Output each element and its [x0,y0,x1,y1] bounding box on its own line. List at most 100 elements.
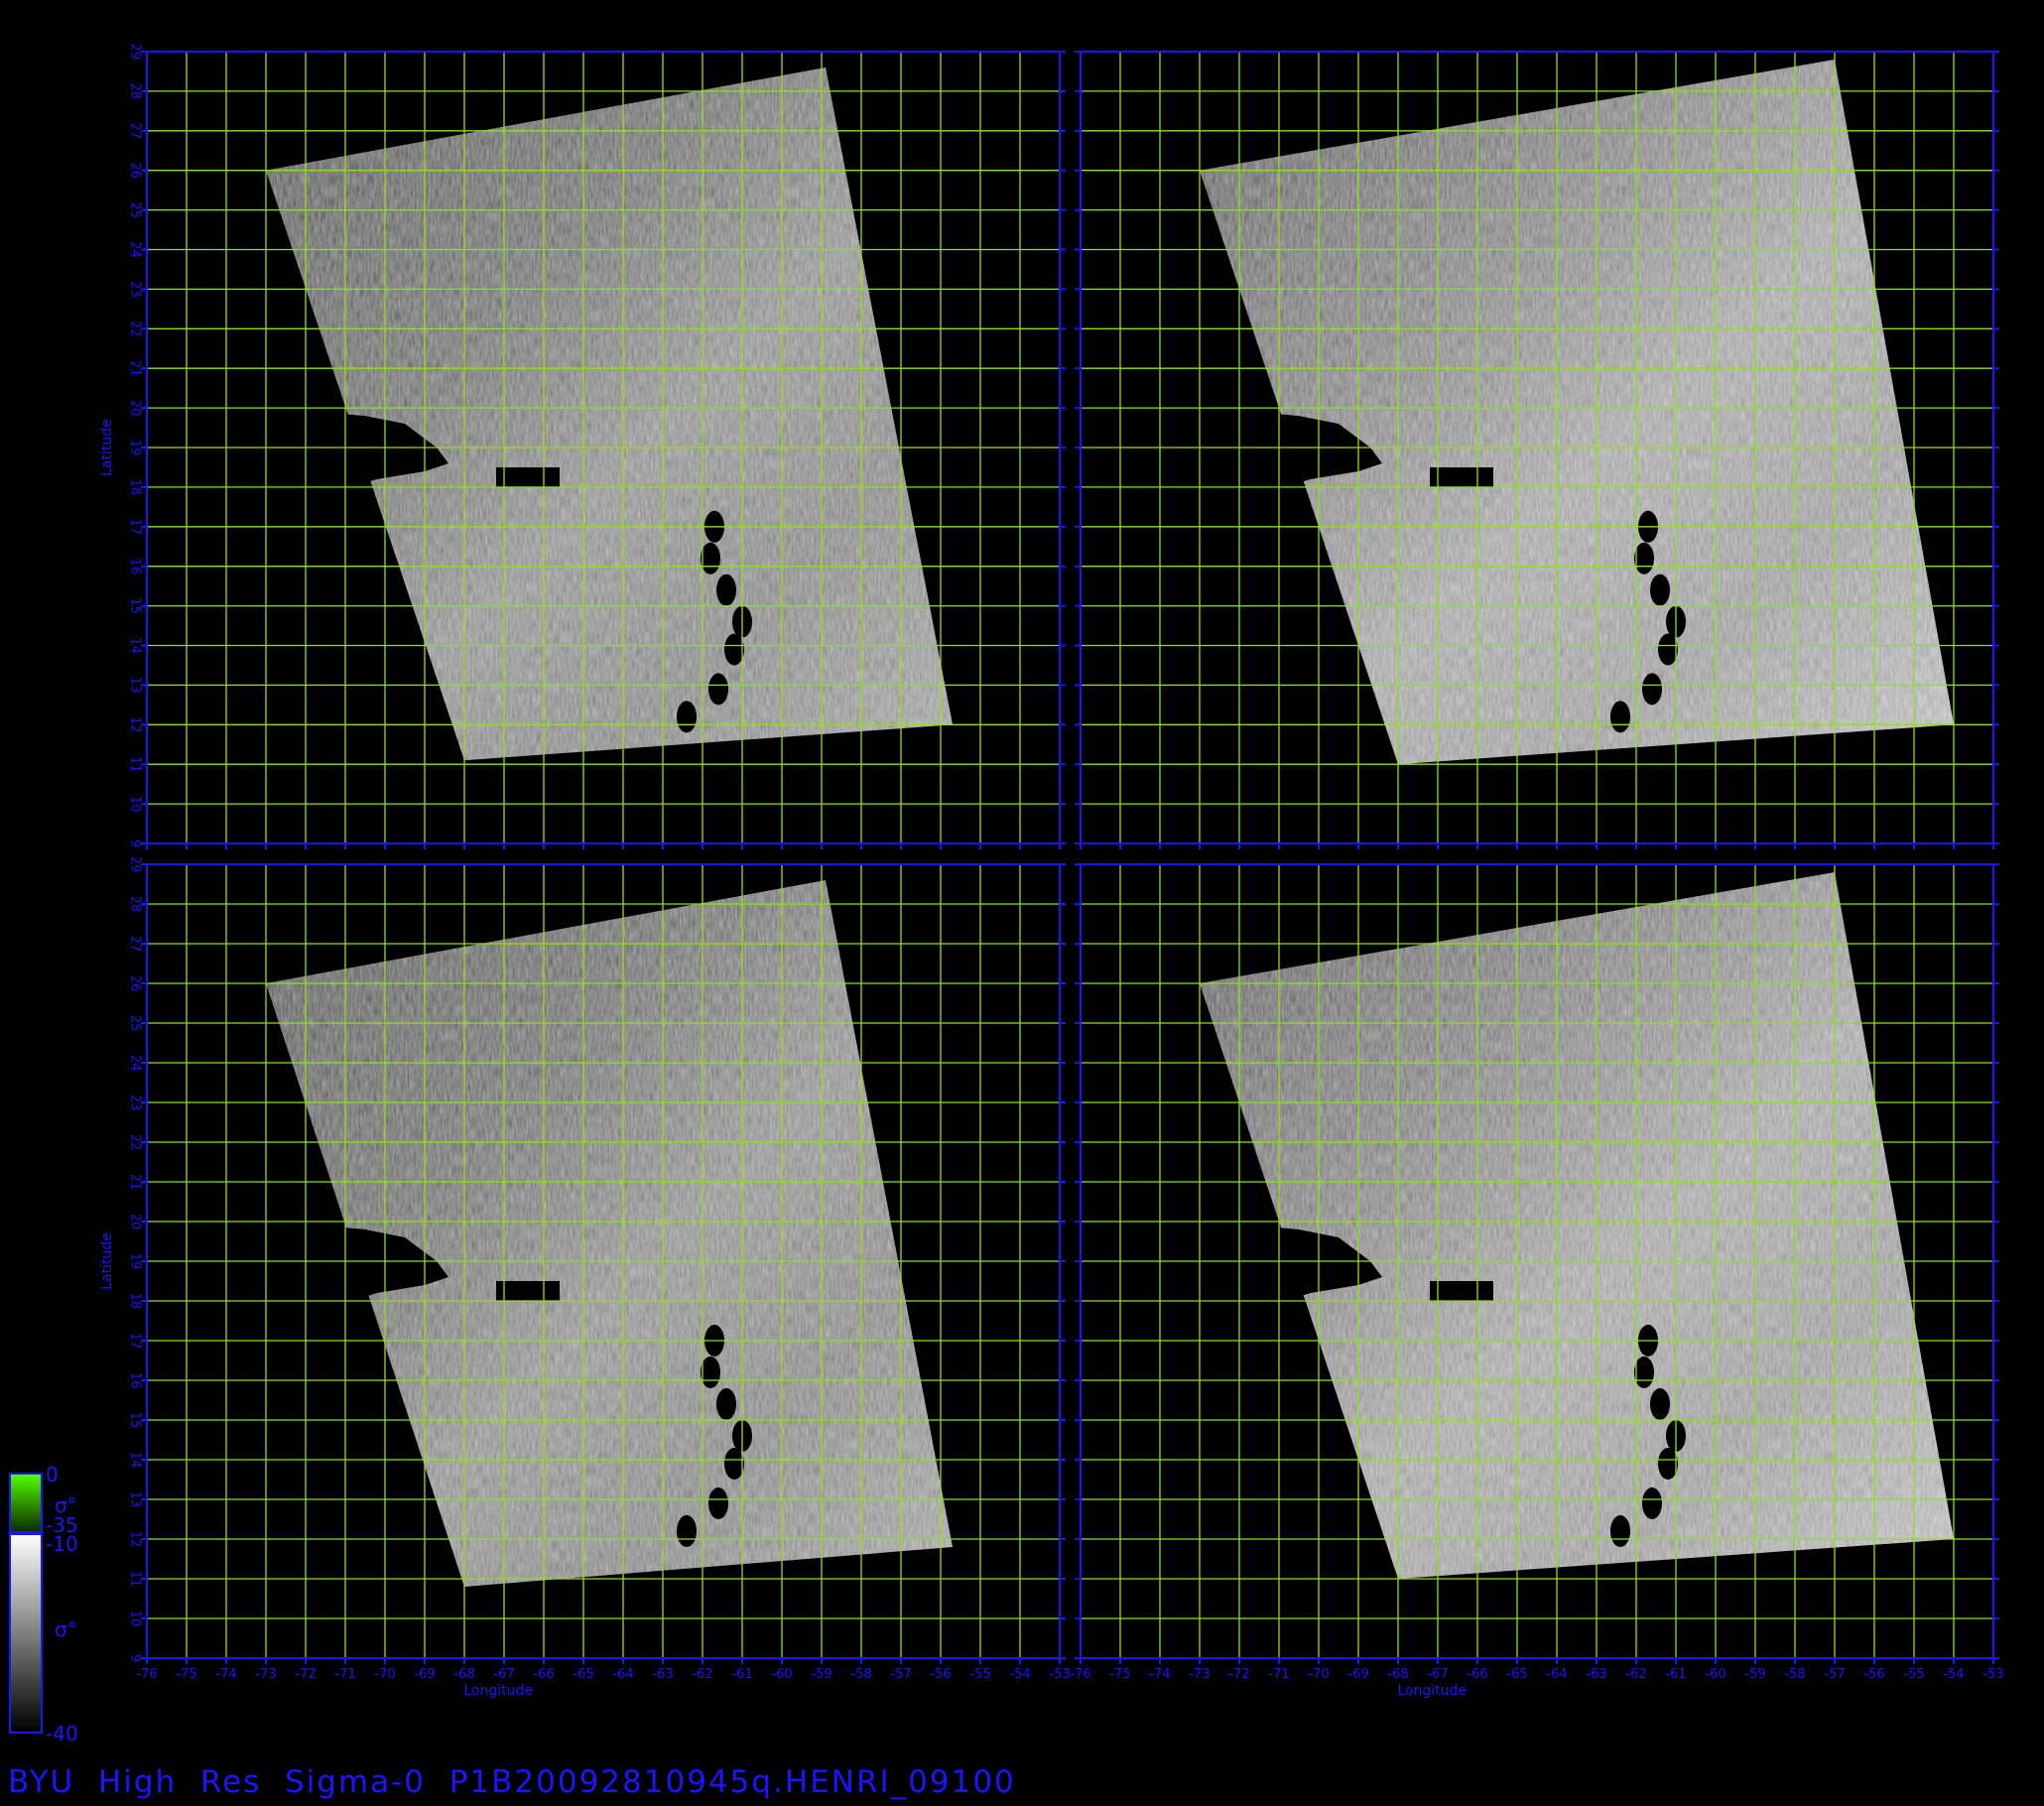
y-tick-label: 28 [128,896,143,913]
colorbar-ocean-swatch [9,1533,43,1734]
y-tick-label: 22 [128,321,143,337]
x-tick-label: -73 [255,1667,276,1682]
x-tick-label: -62 [1625,1667,1646,1682]
island-mask [1610,1515,1630,1547]
y-tick-label: 24 [128,1055,143,1072]
y-tick-label: 25 [128,201,143,218]
colorbar-ocean-max-label: -10 [46,1532,78,1556]
y-tick-label: 9 [128,1654,143,1662]
y-tick-label: 14 [128,637,143,654]
x-tick-label: -76 [1070,1667,1090,1682]
island-mask [1610,701,1630,733]
y-tick-label: 10 [128,796,143,813]
x-tick-label: -74 [215,1667,236,1682]
x-tick-label: -69 [414,1667,435,1682]
x-tick-label: -62 [692,1667,712,1682]
map-panel-top-right [1075,51,1999,849]
x-tick-label: -58 [1784,1667,1805,1682]
x-tick-label: -67 [493,1667,514,1682]
colorbar-land-max-label: 0 [46,1463,59,1486]
y-tick-label: 23 [128,281,143,298]
x-tick-label: -63 [652,1667,673,1682]
x-tick-label: -53 [1049,1667,1070,1682]
y-tick-label: 12 [128,1531,143,1548]
island-mask [716,574,736,606]
x-tick-label: -66 [533,1667,554,1682]
x-tick-label: -71 [1268,1667,1289,1682]
y-tick-label: 25 [128,1015,143,1032]
y-tick-label: 18 [128,479,143,496]
x-tick-label: -75 [176,1667,196,1682]
y-tick-label: 14 [128,1452,143,1469]
y-tick-label: 23 [128,1095,143,1111]
island-mask [1650,574,1670,606]
x-tick-label: -53 [1982,1667,2003,1682]
x-tick-label: -64 [612,1667,633,1682]
island-mask [701,542,720,575]
x-tick-label: -59 [1744,1667,1765,1682]
y-tick-label: 18 [128,1293,143,1310]
x-tick-label: -65 [1506,1667,1527,1682]
x-tick-label: -57 [890,1667,911,1682]
x-tick-label: -72 [295,1667,316,1682]
island-mask [724,633,744,666]
island-mask [708,1487,728,1519]
y-tick-label: 17 [128,1333,143,1350]
y-tick-label: 13 [128,1491,143,1508]
y-tick-label: 17 [128,519,143,536]
y-tick-label: 21 [128,1174,143,1191]
island-mask [1658,633,1678,666]
y-tick-label: 27 [128,123,143,140]
colorbar-ocean-min-label: -40 [46,1722,78,1745]
y-tick-label: 24 [128,241,143,258]
y-tick-label: 28 [128,83,143,100]
x-tick-label: -63 [1586,1667,1606,1682]
y-axis-label: Latitude [99,1232,115,1290]
x-tick-label: -74 [1149,1667,1170,1682]
y-tick-label: 16 [128,1372,143,1389]
x-tick-label: -70 [1308,1667,1329,1682]
map-panel-bottom-right: -76 -75 -74 -73 -72 -71 -70 -69 -68 -67 -66 -65 -64 -… [1070,863,2004,1699]
x-tick-label: -56 [1863,1667,1884,1682]
x-tick-label: -55 [1903,1667,1924,1682]
island-mask [724,1448,744,1480]
island-mask [1642,1487,1662,1519]
y-tick-label: 27 [128,936,143,953]
y-tick-label: 22 [128,1134,143,1151]
figure-title: BYU High Res Sigma-0 P1B20092810945q.HEN… [8,1764,1016,1800]
panels-layer: 9 10 11 12 13 14 15 16 17 18 19 20 21 22 23 24 25 26 27 28 2… [99,44,2004,1699]
y-tick-label: 11 [128,1571,143,1588]
y-tick-label: 15 [128,1412,143,1429]
colorbar [9,1473,43,1734]
x-tick-label: -68 [453,1667,474,1682]
y-tick-label: 19 [128,1253,143,1270]
y-tick-label: 11 [128,756,143,773]
island-mask [1634,542,1654,575]
x-tick-label: -76 [136,1667,157,1682]
map-panel-bottom-left: 9 10 11 12 13 14 15 16 17 18 19 20 21 22 23 24 25 26 27 28 2… [99,856,1071,1699]
x-tick-label: -66 [1467,1667,1487,1682]
x-axis-label: Longitude [463,1683,533,1699]
colorbar-ocean-symbol: σ° [55,1617,77,1641]
land-mask-puerto-rico [1430,1281,1493,1301]
island-mask [1658,1448,1678,1480]
x-tick-label: -67 [1427,1667,1448,1682]
sigma0-map-figure: 9 10 11 12 13 14 15 16 17 18 19 20 21 22 23 24 25 26 27 28 2… [9,44,2004,1734]
colorbar-land-swatch [9,1473,43,1533]
x-tick-label: -60 [1705,1667,1725,1682]
y-tick-label: 26 [128,975,143,992]
x-tick-label: -68 [1387,1667,1408,1682]
y-tick-label: 10 [128,1611,143,1627]
x-tick-label: -58 [850,1667,871,1682]
map-panel-top-left: 9 10 11 12 13 14 15 16 17 18 19 20 21 22 23 24 25 26 27 28 2… [99,44,1066,849]
land-mask-puerto-rico [496,466,560,487]
y-tick-label: 19 [128,440,143,456]
x-axis-label: Longitude [1397,1683,1467,1699]
x-tick-label: -71 [334,1667,355,1682]
y-tick-label: 9 [128,839,143,847]
x-tick-label: -73 [1189,1667,1210,1682]
island-mask [1642,673,1662,706]
island-mask [1650,1388,1670,1420]
island-mask [1634,1356,1654,1388]
y-tick-label: 21 [128,360,143,377]
